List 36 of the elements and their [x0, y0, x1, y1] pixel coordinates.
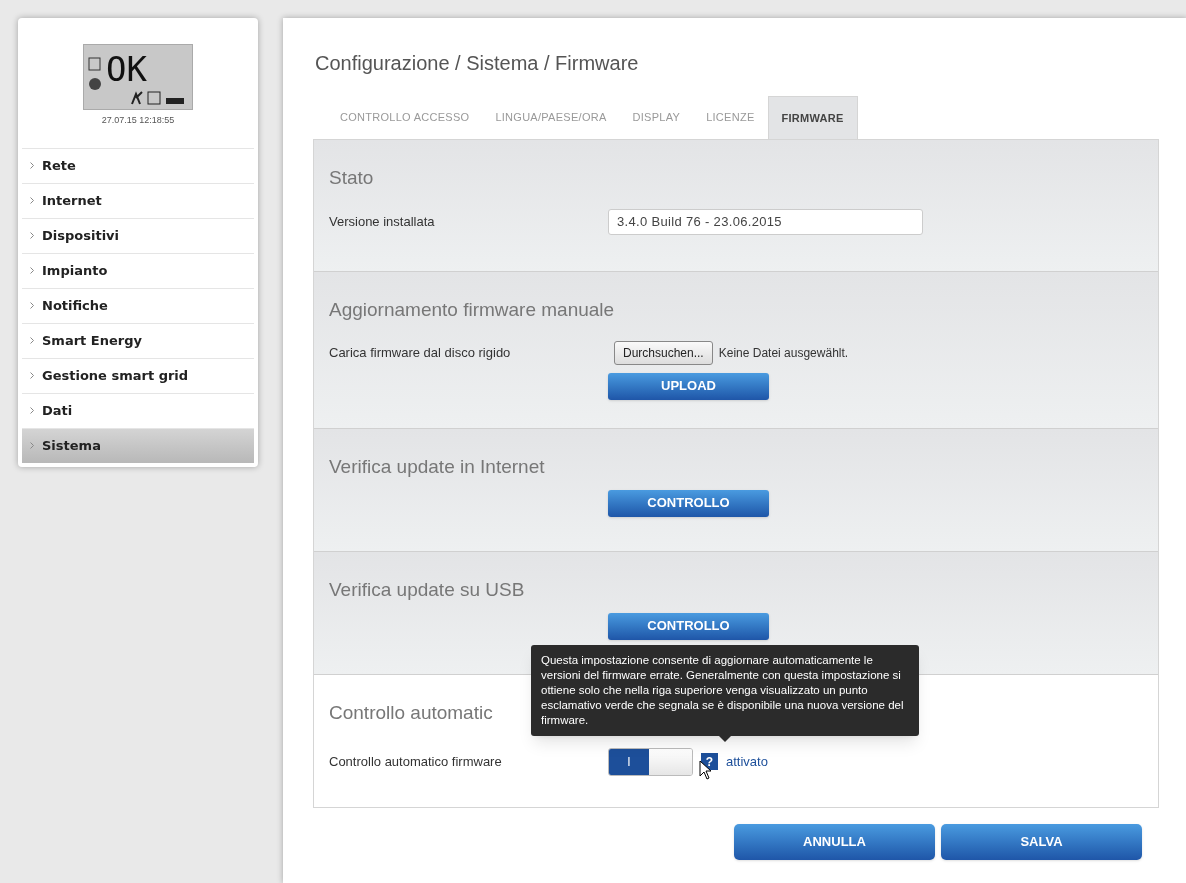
action-button[interactable]: UPLOAD: [608, 372, 769, 400]
section-title: Stato: [329, 166, 374, 190]
section-title: Verifica update in Internet: [329, 455, 545, 479]
breadcrumb: Configurazione / Sistema / Firmware: [315, 51, 640, 76]
lcd-symbols-drawing: [130, 90, 186, 106]
action-button[interactable]: SALVA: [941, 824, 1142, 860]
toggle-switch[interactable]: I: [608, 747, 693, 776]
chevron-icon: [30, 302, 34, 309]
section-title: Verifica update su USB: [329, 578, 525, 602]
tooltip: Questa impostazione consente di aggiornare automaticamente le versioni del firmware errate. Generalmente con questa impostazione si ottiene solo che nella riga superiore venga visualizzato un punto esclamativo verde che segnala se è disponibile una nuova versione del firmware.: [531, 644, 919, 736]
chevron-icon: [30, 372, 34, 379]
section-title: Aggiornamento firmware manuale: [329, 298, 615, 322]
field-label: Versione installata: [329, 212, 436, 231]
section-title: Controllo automatic: [329, 701, 493, 725]
chevron-icon: [30, 232, 34, 239]
action-button[interactable]: CONTROLLO: [608, 489, 769, 517]
cursor-icon: [699, 759, 713, 780]
chevron-icon: [30, 337, 34, 344]
chevron-icon: [30, 442, 34, 449]
version-field[interactable]: 3.4.0 Build 76 - 23.06.2015: [608, 208, 923, 235]
sidebar-item[interactable]: Sistema: [22, 427, 254, 463]
chevron-icon: [30, 267, 34, 274]
chevron-icon: [30, 197, 34, 204]
toggle-status: attivato: [726, 752, 768, 771]
action-button[interactable]: ANNULLA: [734, 824, 935, 860]
lcd-text: OK: [106, 52, 147, 86]
tab[interactable]: FIRMWARE: [767, 96, 858, 139]
field-label: Carica firmware dal disco rigido: [329, 343, 512, 362]
timestamp: 27.07.15 12:18:55: [101, 114, 175, 127]
chevron-icon: [30, 407, 34, 414]
file-status: Keine Datei ausgewählt.: [718, 344, 849, 362]
tooltip-arrow: [719, 735, 731, 742]
browse-button[interactable]: Durchsuchen...: [614, 340, 713, 365]
action-button[interactable]: CONTROLLO: [608, 612, 769, 640]
chevron-icon: [30, 162, 34, 169]
field-label: Controllo automatico firmware: [329, 752, 503, 771]
